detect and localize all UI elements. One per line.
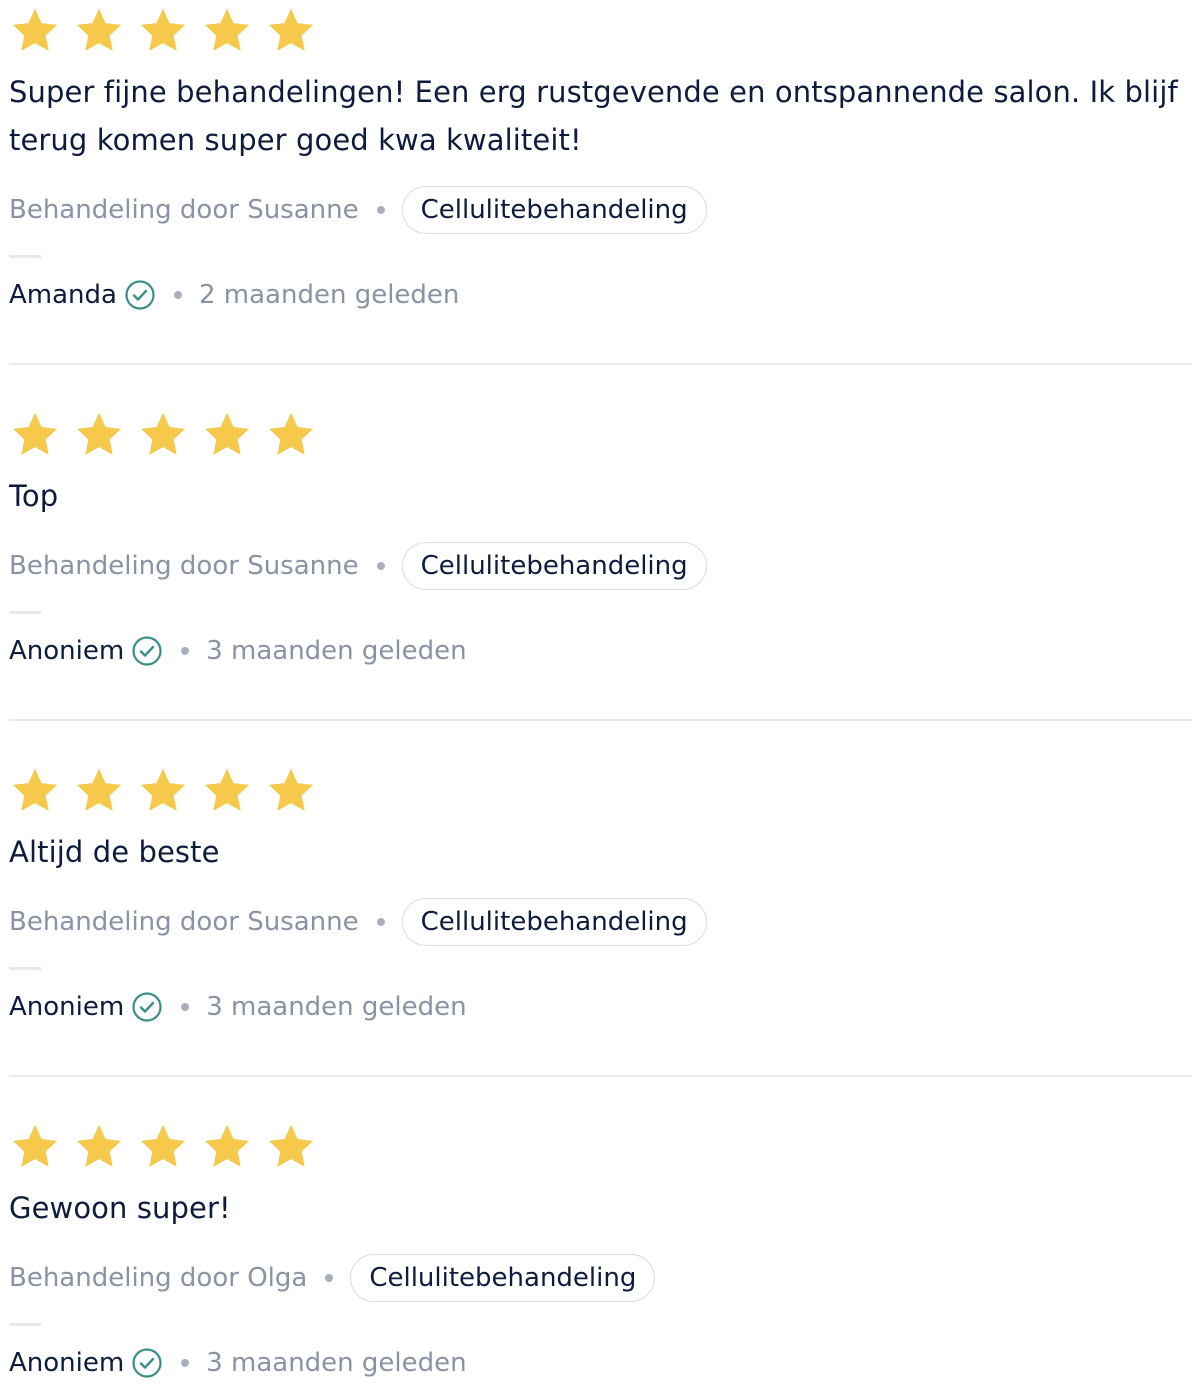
author-line: Anoniem 3 maanden geleden bbox=[9, 987, 467, 1027]
treatment-tag[interactable]: Cellulitebehandeling bbox=[401, 542, 707, 590]
author-line: Amanda 2 maanden geleden bbox=[9, 275, 459, 315]
review-divider bbox=[9, 719, 1192, 721]
star-rating bbox=[9, 5, 329, 57]
review-date: 3 maanden geleden bbox=[206, 992, 467, 1022]
meta-separator-dot bbox=[325, 1274, 334, 1282]
treatment-tag[interactable]: Cellulitebehandeling bbox=[401, 186, 707, 234]
star-icon bbox=[137, 409, 189, 461]
star-icon bbox=[201, 409, 253, 461]
short-divider bbox=[9, 967, 41, 970]
review-text: Altijd de beste bbox=[9, 835, 220, 869]
review-text: Super fijne behandelingen! Een erg rustg… bbox=[9, 75, 1178, 157]
treated-by: Behandeling door Susanne bbox=[9, 195, 359, 225]
review-date: 2 maanden geleden bbox=[198, 280, 460, 310]
star-icon bbox=[9, 1121, 61, 1173]
verified-check-icon bbox=[131, 635, 163, 667]
author-name: Anoniem bbox=[9, 992, 125, 1022]
star-rating bbox=[9, 409, 329, 461]
star-icon bbox=[265, 5, 317, 57]
verified-check-icon bbox=[124, 279, 156, 311]
author-name: Anoniem bbox=[9, 636, 125, 666]
meta-separator-dot bbox=[181, 1359, 190, 1367]
star-icon bbox=[73, 5, 125, 57]
short-divider bbox=[9, 1323, 41, 1326]
review-meta: Behandeling door Susanne Cellulitebehand… bbox=[9, 897, 707, 947]
author-line: Anoniem 3 maanden geleden bbox=[9, 1343, 467, 1383]
star-rating bbox=[9, 1121, 329, 1173]
star-icon bbox=[137, 1121, 189, 1173]
treatment-tag[interactable]: Cellulitebehandeling bbox=[350, 1254, 656, 1302]
review-divider bbox=[9, 363, 1192, 365]
verified-check-icon bbox=[131, 991, 163, 1023]
review-meta: Behandeling door Susanne Cellulitebehand… bbox=[9, 541, 707, 591]
review-meta: Behandeling door Susanne Cellulitebehand… bbox=[9, 185, 707, 235]
short-divider bbox=[9, 255, 41, 258]
review-date: 3 maanden geleden bbox=[206, 636, 467, 666]
treated-by: Behandeling door Olga bbox=[9, 1263, 308, 1293]
short-divider bbox=[9, 611, 41, 614]
star-icon bbox=[137, 765, 189, 817]
star-icon bbox=[9, 765, 61, 817]
author-name: Anoniem bbox=[9, 1348, 125, 1378]
review-date: 3 maanden geleden bbox=[206, 1348, 467, 1378]
meta-separator-dot bbox=[376, 562, 385, 570]
meta-separator-dot bbox=[181, 1003, 190, 1011]
meta-separator-dot bbox=[173, 291, 182, 299]
star-icon bbox=[9, 5, 61, 57]
author-line: Anoniem 3 maanden geleden bbox=[9, 631, 467, 671]
meta-separator-dot bbox=[376, 918, 385, 926]
star-icon bbox=[73, 765, 125, 817]
verified-check-icon bbox=[131, 1347, 163, 1379]
review-divider bbox=[9, 1075, 1192, 1077]
star-icon bbox=[265, 409, 317, 461]
star-rating bbox=[9, 765, 329, 817]
star-icon bbox=[201, 1121, 253, 1173]
treated-by: Behandeling door Susanne bbox=[9, 551, 359, 581]
star-icon bbox=[201, 5, 253, 57]
star-icon bbox=[265, 1121, 317, 1173]
star-icon bbox=[73, 409, 125, 461]
star-icon bbox=[265, 765, 317, 817]
author-name: Amanda bbox=[9, 280, 117, 310]
treated-by: Behandeling door Susanne bbox=[9, 907, 359, 937]
star-icon bbox=[201, 765, 253, 817]
star-icon bbox=[9, 409, 61, 461]
review-meta: Behandeling door Olga Cellulitebehandeli… bbox=[9, 1253, 656, 1303]
treatment-tag[interactable]: Cellulitebehandeling bbox=[401, 898, 707, 946]
review-text: Top bbox=[9, 479, 59, 513]
meta-separator-dot bbox=[181, 647, 190, 655]
star-icon bbox=[137, 5, 189, 57]
review-text: Gewoon super! bbox=[9, 1191, 231, 1225]
meta-separator-dot bbox=[376, 206, 385, 214]
star-icon bbox=[73, 1121, 125, 1173]
